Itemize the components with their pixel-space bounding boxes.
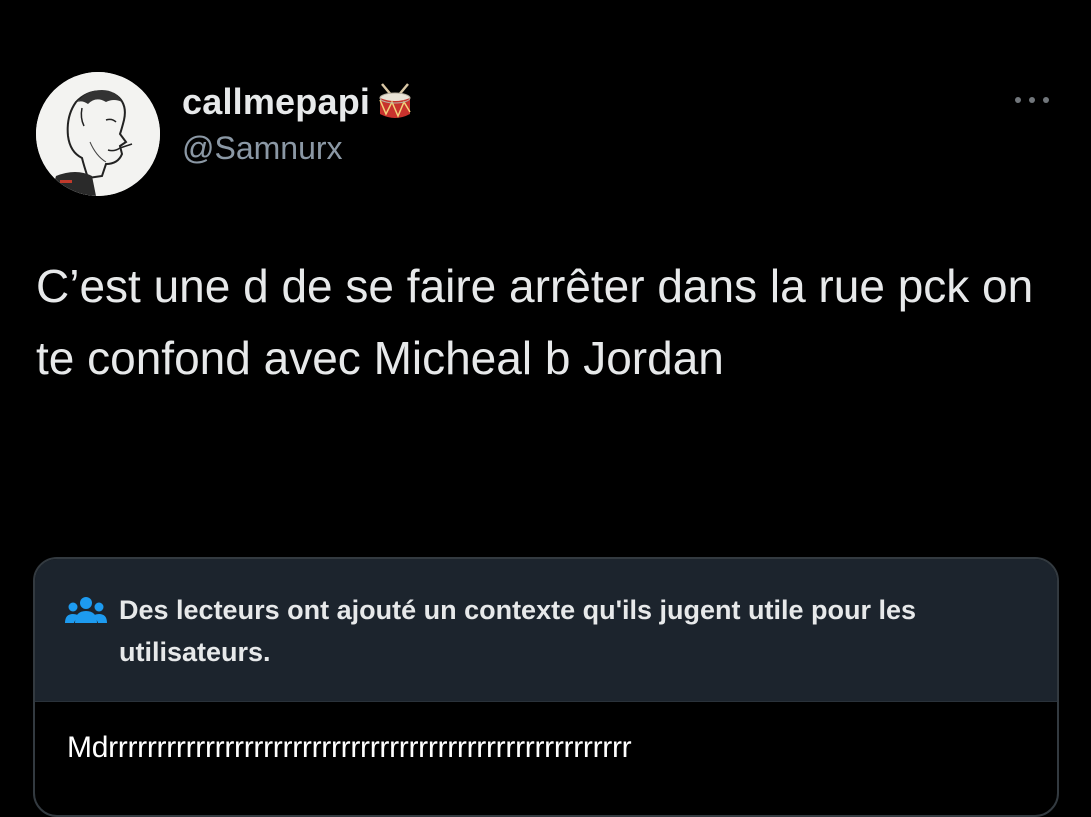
community-note[interactable]: Des lecteurs ont ajouté un contexte qu'i… xyxy=(33,557,1059,817)
tweet-text: C’est une d de se faire arrêter dans la … xyxy=(36,260,1034,384)
drum-icon xyxy=(376,82,414,122)
more-horizontal-icon[interactable] xyxy=(1010,92,1054,108)
handle[interactable]: @Samnurx xyxy=(182,130,414,167)
community-note-header: Des lecteurs ont ajouté un contexte qu'i… xyxy=(35,559,1057,702)
author-info: callmepapi @Samnurx xyxy=(182,80,414,167)
people-icon xyxy=(65,595,107,627)
tweet: callmepapi @Samnurx C’est une d de se fa… xyxy=(0,0,1091,817)
community-note-body: Mdrrrrrrrrrrrrrrrrrrrrrrrrrrrrrrrrrrrrrr… xyxy=(67,731,632,764)
display-name[interactable]: callmepapi xyxy=(182,81,370,123)
avatar-image xyxy=(36,72,160,196)
community-note-title: Des lecteurs ont ajouté un contexte qu'i… xyxy=(119,595,917,667)
avatar[interactable] xyxy=(36,72,160,196)
